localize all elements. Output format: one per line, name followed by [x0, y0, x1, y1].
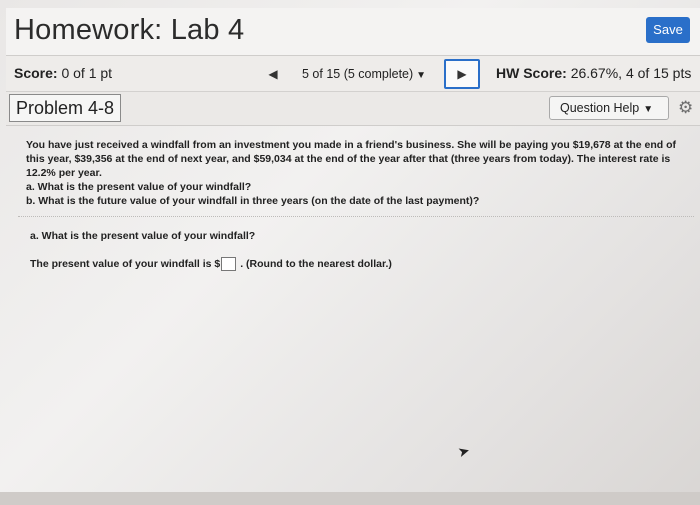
problem-bar: Problem 4-8 Question Help ▼ ⚙	[6, 92, 700, 126]
bottom-strip	[0, 492, 700, 505]
question-selector[interactable]: 5 of 15 (5 complete) ▼	[288, 62, 440, 86]
page-title: Homework: Lab 4	[14, 14, 245, 46]
question-help-label: Question Help	[560, 101, 640, 115]
save-button[interactable]: Save	[646, 17, 690, 43]
answer-suffix: . (Round to the nearest dollar.)	[240, 258, 392, 270]
caret-down-icon: ▼	[416, 70, 427, 81]
gear-icon[interactable]: ⚙	[678, 98, 693, 118]
score-label: Score:	[14, 65, 58, 81]
triangle-right-icon: ▶	[457, 67, 467, 81]
hw-score-label: HW Score:	[496, 65, 567, 81]
hw-score-value: 26.67%, 4 of 15 pts	[570, 65, 692, 81]
score: Score: 0 of 1 pt	[14, 65, 112, 81]
header-bar: Homework: Lab 4 Save	[6, 8, 700, 56]
hw-score: HW Score: 26.67%, 4 of 15 pts	[496, 65, 691, 81]
screen: Homework: Lab 4 Save Score: 0 of 1 pt ◀ …	[0, 0, 700, 505]
score-value: 0 of 1 pt	[61, 65, 113, 81]
score-bar: Score: 0 of 1 pt ◀ 5 of 15 (5 complete) ▼…	[6, 56, 700, 92]
question-help-button[interactable]: Question Help ▼	[549, 96, 669, 120]
answer-input[interactable]	[221, 257, 237, 271]
answer-row: The present value of your windfall is $ …	[30, 257, 392, 271]
question-content: You have just received a windfall from a…	[26, 138, 690, 208]
question-selector-label: 5 of 15 (5 complete)	[302, 67, 414, 81]
answer-prefix: The present value of your windfall is $	[30, 258, 221, 270]
problem-title: Problem 4-8	[9, 94, 122, 122]
question-part-b: b. What is the future value of your wind…	[26, 195, 480, 207]
previous-question-button[interactable]: ◀	[258, 62, 288, 86]
answer-prompt: a. What is the present value of your win…	[30, 230, 256, 242]
triangle-left-icon: ◀	[268, 67, 278, 81]
mouse-cursor-icon: ➤	[455, 441, 472, 461]
next-question-button[interactable]: ▶	[444, 59, 480, 89]
question-part-a: a. What is the present value of your win…	[26, 181, 252, 193]
question-body: You have just received a windfall from a…	[26, 139, 676, 179]
divider	[18, 216, 694, 217]
caret-down-icon: ▼	[643, 104, 654, 115]
